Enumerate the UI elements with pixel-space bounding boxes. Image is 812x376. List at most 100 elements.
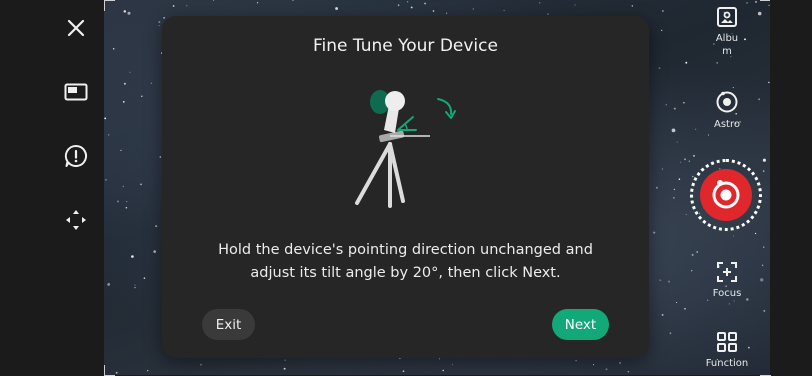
star [129,71,131,73]
star [665,104,667,106]
star [696,251,699,253]
star [123,82,126,85]
dialog-message-line-2: adjust its tilt angle by 20°, then click… [250,265,561,281]
star [673,197,675,199]
star [662,10,664,12]
dialog-message-line-1: Hold the device's pointing direction unc… [218,242,593,258]
star [539,2,541,4]
star [755,1,757,3]
star [126,201,128,203]
star [200,363,202,366]
star [213,0,215,1]
star [410,6,413,9]
star [653,231,656,234]
star [671,128,676,133]
star [104,117,107,120]
frame-corner [104,365,115,376]
star [122,101,125,103]
star [107,283,111,286]
star [283,367,286,370]
picture-in-picture-icon [64,83,88,101]
focus-button[interactable]: Focus [692,261,762,300]
next-button[interactable]: Next [552,309,609,340]
star [668,280,670,283]
star [716,62,718,64]
star [172,5,175,7]
star [547,13,549,15]
star [746,2,748,4]
dialog-title: Fine Tune Your Device [313,36,498,56]
star [661,168,664,170]
star [442,369,444,372]
frame-corner [104,0,115,11]
right-rail [770,0,812,375]
star [158,21,161,23]
star [659,279,662,282]
star [574,4,576,6]
star [661,313,664,316]
star [140,183,142,186]
star [292,0,294,1]
star [732,235,734,237]
star [122,185,125,188]
astro-shutter-icon [712,180,740,209]
star [732,87,734,89]
move-arrows-icon [66,210,86,230]
star [707,134,710,136]
star [762,246,765,248]
star [397,4,400,6]
star [676,141,678,143]
star [158,24,160,27]
astro-icon [716,91,738,113]
star [762,170,765,172]
star [120,149,122,151]
star [503,9,505,12]
star [684,158,686,161]
astro-button[interactable]: Astro [692,90,762,131]
album-icon [717,7,737,27]
focus-label: Focus [712,288,742,299]
star [186,5,188,7]
star [763,310,766,312]
move-button[interactable] [58,202,94,238]
star [134,284,136,286]
star [153,250,156,253]
star [105,179,107,181]
close-icon [67,19,85,37]
star [123,10,127,13]
star [762,158,766,162]
album-button[interactable]: Album [692,6,762,58]
star [163,17,165,19]
star [661,29,663,32]
star [575,359,577,362]
star [150,82,153,84]
star [669,332,672,335]
star [673,107,676,110]
picture-in-picture-button[interactable] [58,74,94,110]
shutter-core [700,169,752,221]
alert-button[interactable] [58,138,94,174]
star [424,2,427,5]
star [679,161,681,163]
star [761,264,764,266]
album-label: Album [715,33,739,57]
star [685,214,687,216]
star [688,160,690,162]
fine-tune-dialog: Fine Tune Your Device Hold the device's … [162,16,649,358]
star [605,368,608,371]
star [676,301,678,304]
star [684,307,686,310]
star [335,7,339,10]
star [673,188,676,191]
star [683,101,685,104]
shutter-button[interactable] [690,159,762,231]
star [107,134,110,136]
close-button[interactable] [58,10,94,46]
exit-button[interactable]: Exit [202,309,255,340]
alert-icon [64,144,87,167]
star [284,359,286,361]
star [115,371,118,374]
star [159,156,162,158]
dialog-message: Hold the device's pointing direction unc… [192,239,619,285]
function-button[interactable]: Function [692,331,762,370]
